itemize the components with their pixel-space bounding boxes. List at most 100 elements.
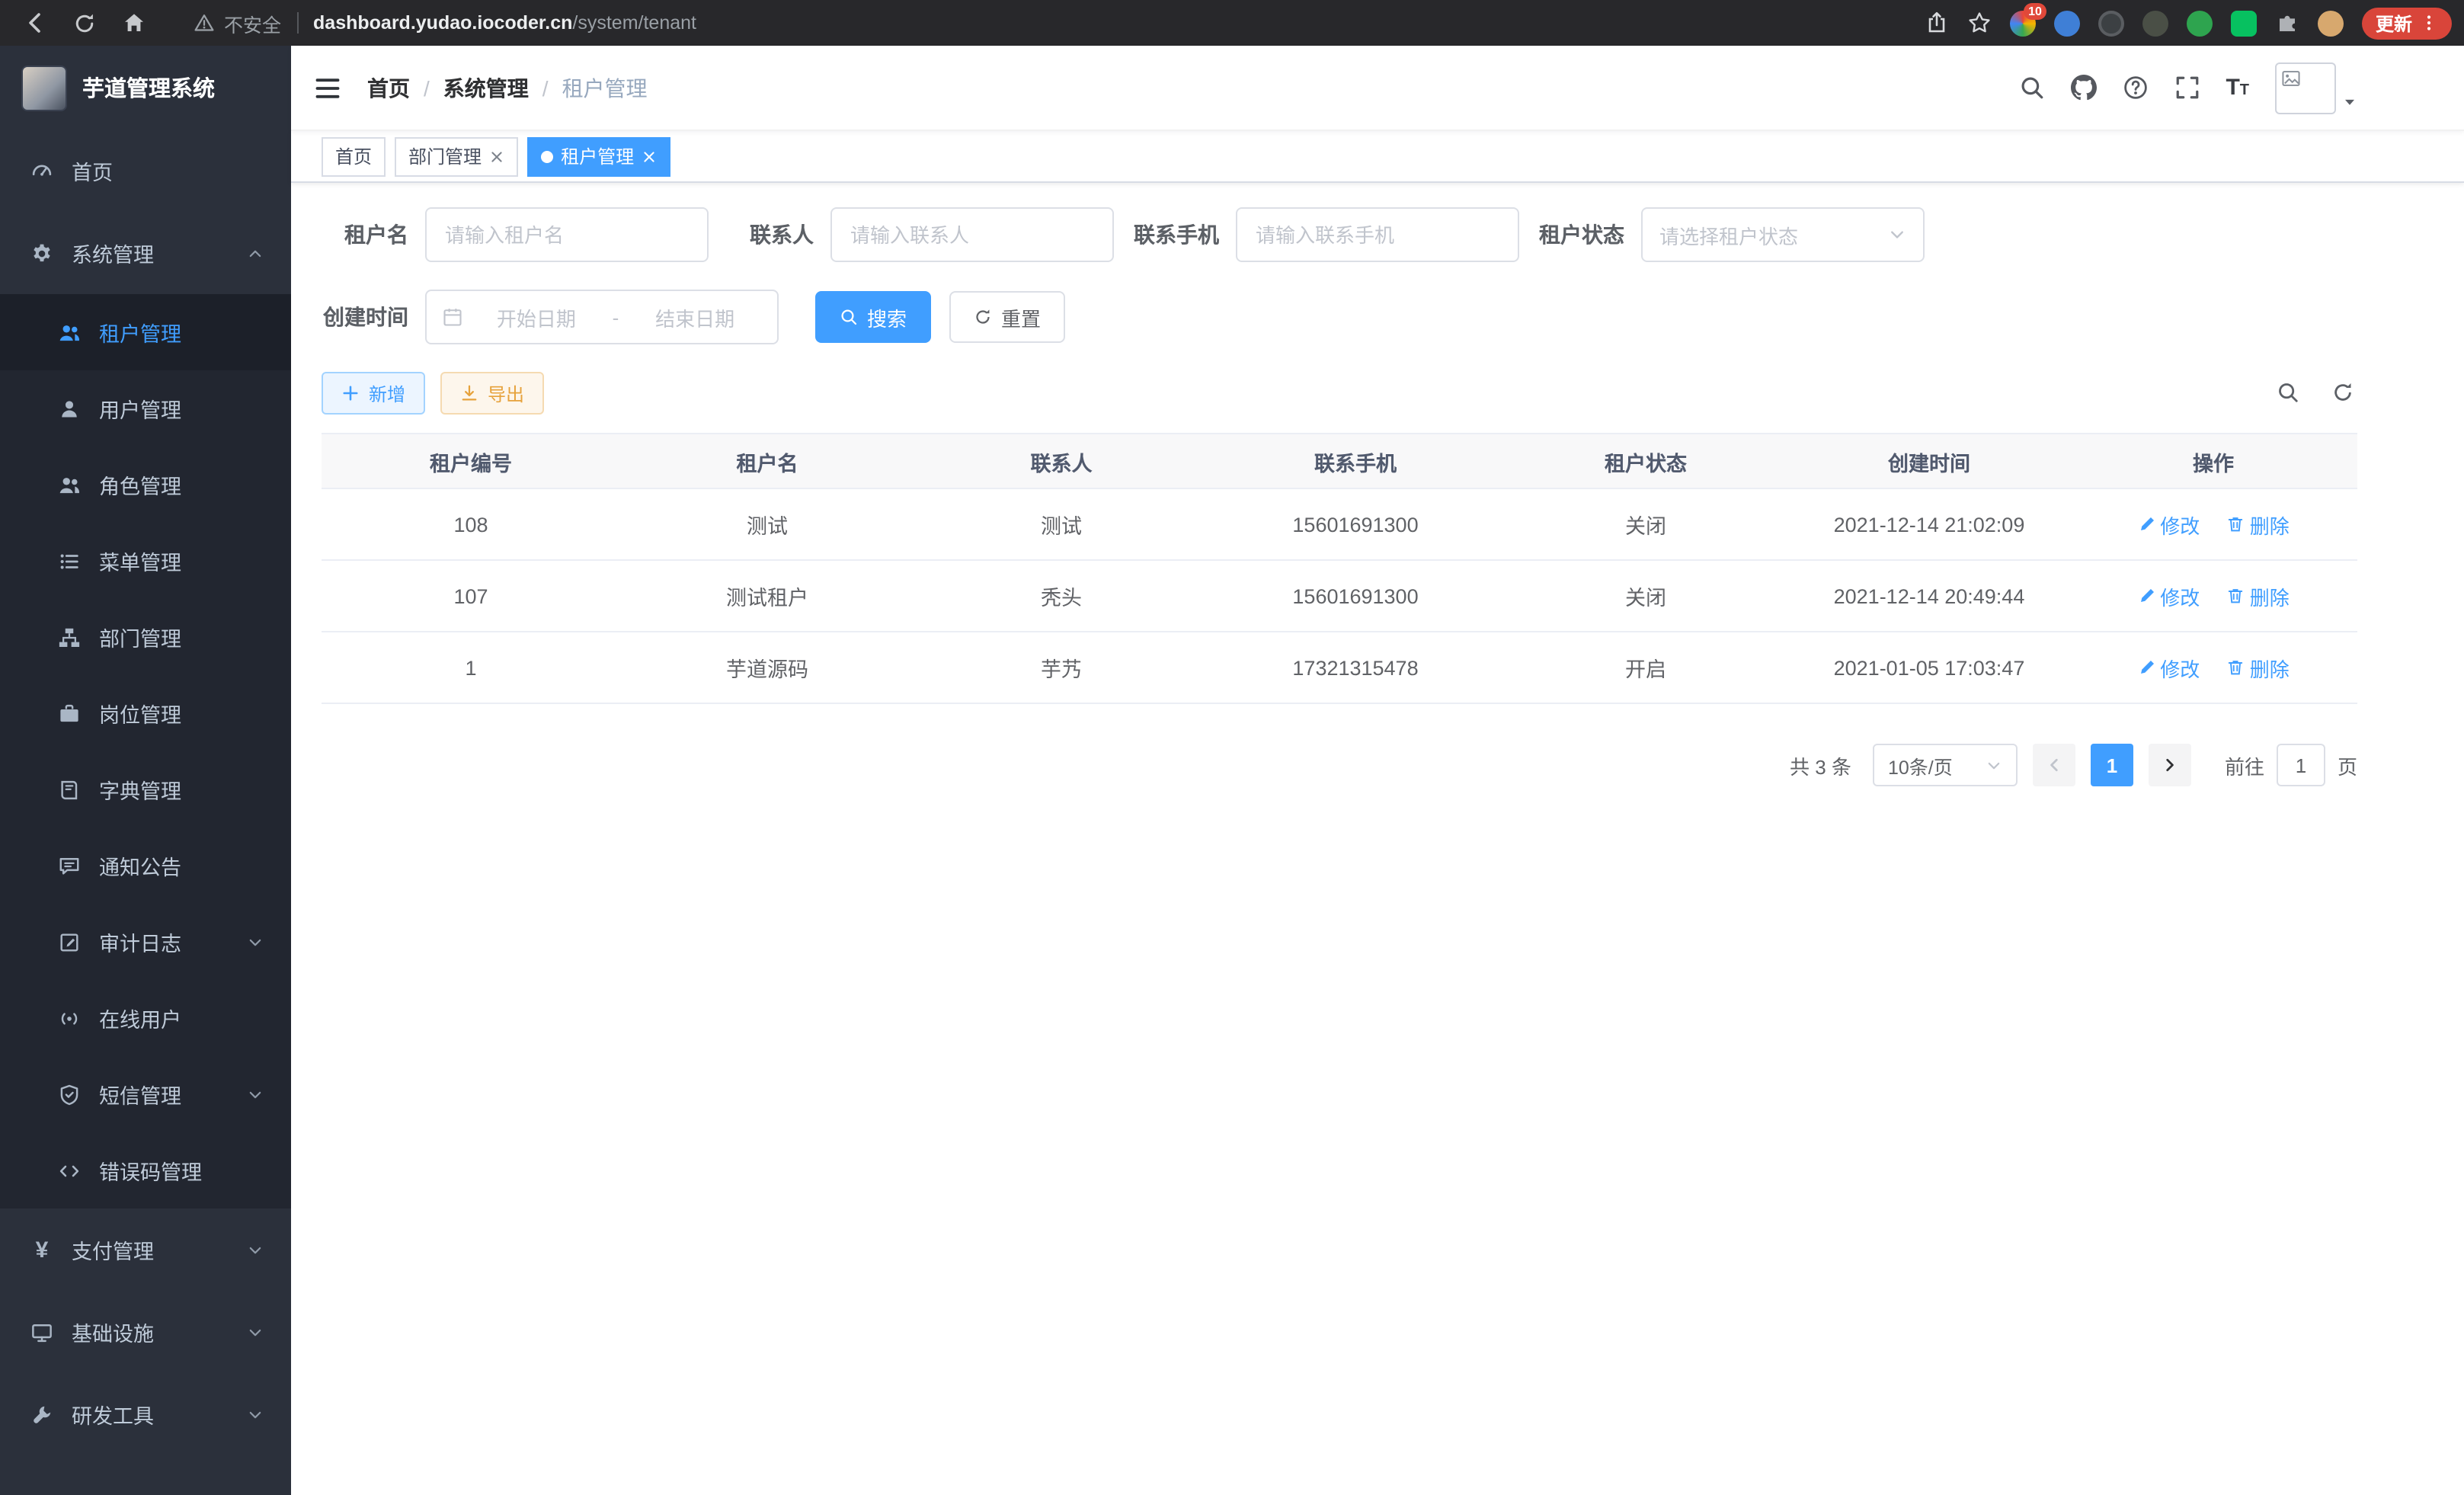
- cell-status: 开启: [1502, 632, 1789, 703]
- sidebar-item-role[interactable]: 角色管理: [0, 447, 291, 523]
- github-icon[interactable]: [2070, 75, 2096, 101]
- search-button[interactable]: 搜索: [815, 291, 931, 343]
- cell-contact: 芋艿: [914, 632, 1208, 703]
- security-label: 不安全: [224, 8, 281, 37]
- tab-home[interactable]: 首页: [322, 136, 386, 176]
- code-icon: [58, 1159, 81, 1182]
- dashboard-icon: [30, 159, 53, 182]
- sidebar-item-error-code[interactable]: 错误码管理: [0, 1132, 291, 1208]
- sidebar-item-dict[interactable]: 字典管理: [0, 751, 291, 828]
- screen: 不安全 dashboard.yudao.iocoder.cn/system/te…: [0, 0, 2464, 1495]
- extension-icon-4[interactable]: [2142, 10, 2168, 36]
- page-number-1[interactable]: 1: [2091, 744, 2133, 786]
- next-page-button[interactable]: [2149, 744, 2191, 786]
- tab-label: 部门管理: [408, 143, 482, 169]
- broken-image-icon: [2281, 68, 2301, 88]
- sidebar-item-notice[interactable]: 通知公告: [0, 828, 291, 904]
- edit-link[interactable]: 修改: [2137, 581, 2200, 610]
- export-button[interactable]: 导出: [440, 372, 544, 415]
- user-avatar-dropdown[interactable]: [2275, 62, 2357, 114]
- extension-icon-3[interactable]: [2098, 10, 2124, 36]
- reset-button[interactable]: 重置: [949, 291, 1065, 343]
- refresh-table-button[interactable]: [2331, 381, 2354, 404]
- extension-icon-6[interactable]: [2231, 10, 2257, 36]
- sidebar-item-sms[interactable]: 短信管理: [0, 1056, 291, 1132]
- breadcrumb-separator: /: [424, 75, 430, 100]
- browser-update-button[interactable]: 更新: [2362, 7, 2452, 39]
- share-icon[interactable]: [1925, 11, 1949, 35]
- sidebar-item-post[interactable]: 岗位管理: [0, 675, 291, 751]
- delete-link[interactable]: 删除: [2227, 653, 2290, 682]
- address-bar[interactable]: dashboard.yudao.iocoder.cn/system/tenant: [313, 12, 696, 34]
- prev-page-button[interactable]: [2033, 744, 2075, 786]
- tab-close-icon[interactable]: [489, 149, 504, 164]
- sidebar-item-user[interactable]: 用户管理: [0, 370, 291, 447]
- chevron-down-icon: [247, 1086, 264, 1103]
- cell-created: 2021-12-14 21:02:09: [1789, 488, 2069, 560]
- extensions-puzzle-icon[interactable]: [2275, 11, 2299, 35]
- pencil-icon: [2137, 658, 2155, 677]
- message-icon: [58, 854, 81, 877]
- edit-link[interactable]: 修改: [2137, 653, 2200, 682]
- sidebar-item-home[interactable]: 首页: [0, 130, 291, 212]
- browser-reload-button[interactable]: [73, 11, 96, 34]
- date-range-separator: -: [610, 306, 622, 328]
- header-search-icon[interactable]: [2018, 75, 2044, 101]
- breadcrumb-system[interactable]: 系统管理: [443, 72, 529, 103]
- create-time-range-picker[interactable]: 开始日期 - 结束日期: [425, 290, 779, 344]
- breadcrumb-home[interactable]: 首页: [367, 72, 410, 103]
- page-size-select[interactable]: 10条/页: [1873, 744, 2018, 786]
- add-button[interactable]: 新增: [322, 372, 425, 415]
- avatar: [2275, 62, 2336, 114]
- fullscreen-icon[interactable]: [2174, 75, 2200, 101]
- tab-close-icon[interactable]: [642, 149, 657, 164]
- toggle-search-button[interactable]: [2277, 381, 2299, 404]
- browser-profile-avatar[interactable]: [2318, 10, 2344, 36]
- breadcrumb-separator: /: [542, 75, 549, 100]
- logo[interactable]: 芋道管理系统: [0, 46, 291, 130]
- cell-created: 2021-12-14 20:49:44: [1789, 560, 2069, 632]
- phone-input[interactable]: [1236, 207, 1519, 262]
- sidebar-item-label: 角色管理: [99, 469, 181, 500]
- bookmark-star-icon[interactable]: [1967, 11, 1992, 35]
- font-size-icon[interactable]: TT: [2226, 76, 2249, 99]
- cell-name: 测试: [620, 488, 914, 560]
- tenant-table: 租户编号 租户名 联系人 联系手机 租户状态 创建时间 操作 1: [322, 433, 2357, 704]
- column-header-contact: 联系人: [914, 434, 1208, 488]
- goto-page-input[interactable]: [2277, 744, 2325, 786]
- extension-icon-5[interactable]: [2187, 10, 2213, 36]
- extension-icon-2[interactable]: [2054, 10, 2080, 36]
- contact-input[interactable]: [830, 207, 1114, 262]
- table-row: 107 测试租户 秃头 15601691300 关闭 2021-12-14 20…: [322, 560, 2357, 632]
- people-icon: [58, 321, 81, 344]
- browser-back-button[interactable]: [23, 11, 47, 35]
- sidebar-item-system[interactable]: 系统管理: [0, 212, 291, 294]
- download-icon: [460, 384, 478, 402]
- cell-status: 关闭: [1502, 560, 1789, 632]
- delete-link[interactable]: 删除: [2227, 510, 2290, 539]
- column-header-status: 租户状态: [1502, 434, 1789, 488]
- browser-home-button[interactable]: [122, 11, 146, 35]
- sidebar-collapse-button[interactable]: [314, 74, 341, 101]
- status-select[interactable]: 请选择租户状态: [1641, 207, 1925, 262]
- sidebar-item-audit-log[interactable]: 审计日志: [0, 904, 291, 980]
- divider: [296, 12, 298, 34]
- sidebar-item-dept[interactable]: 部门管理: [0, 599, 291, 675]
- sidebar-item-label: 字典管理: [99, 774, 181, 805]
- tab-dept[interactable]: 部门管理: [395, 136, 518, 176]
- edit-link[interactable]: 修改: [2137, 510, 2200, 539]
- sidebar-item-online-user[interactable]: 在线用户: [0, 980, 291, 1056]
- sidebar-item-tenant[interactable]: 租户管理: [0, 294, 291, 370]
- help-icon[interactable]: [2122, 75, 2148, 101]
- site-security-indicator[interactable]: 不安全: [194, 8, 281, 37]
- cell-id: 108: [322, 488, 620, 560]
- tab-tenant[interactable]: 租户管理: [527, 136, 670, 176]
- delete-link[interactable]: 删除: [2227, 581, 2290, 610]
- chevron-down-icon: [247, 933, 264, 950]
- extension-icon-1[interactable]: 10: [2010, 10, 2036, 36]
- sidebar-item-infrastructure[interactable]: 基础设施: [0, 1291, 291, 1373]
- tenant-name-input[interactable]: [425, 207, 709, 262]
- sidebar-item-payment[interactable]: ¥ 支付管理: [0, 1208, 291, 1291]
- sidebar-item-menu[interactable]: 菜单管理: [0, 523, 291, 599]
- sidebar-item-dev-tools[interactable]: 研发工具: [0, 1373, 291, 1455]
